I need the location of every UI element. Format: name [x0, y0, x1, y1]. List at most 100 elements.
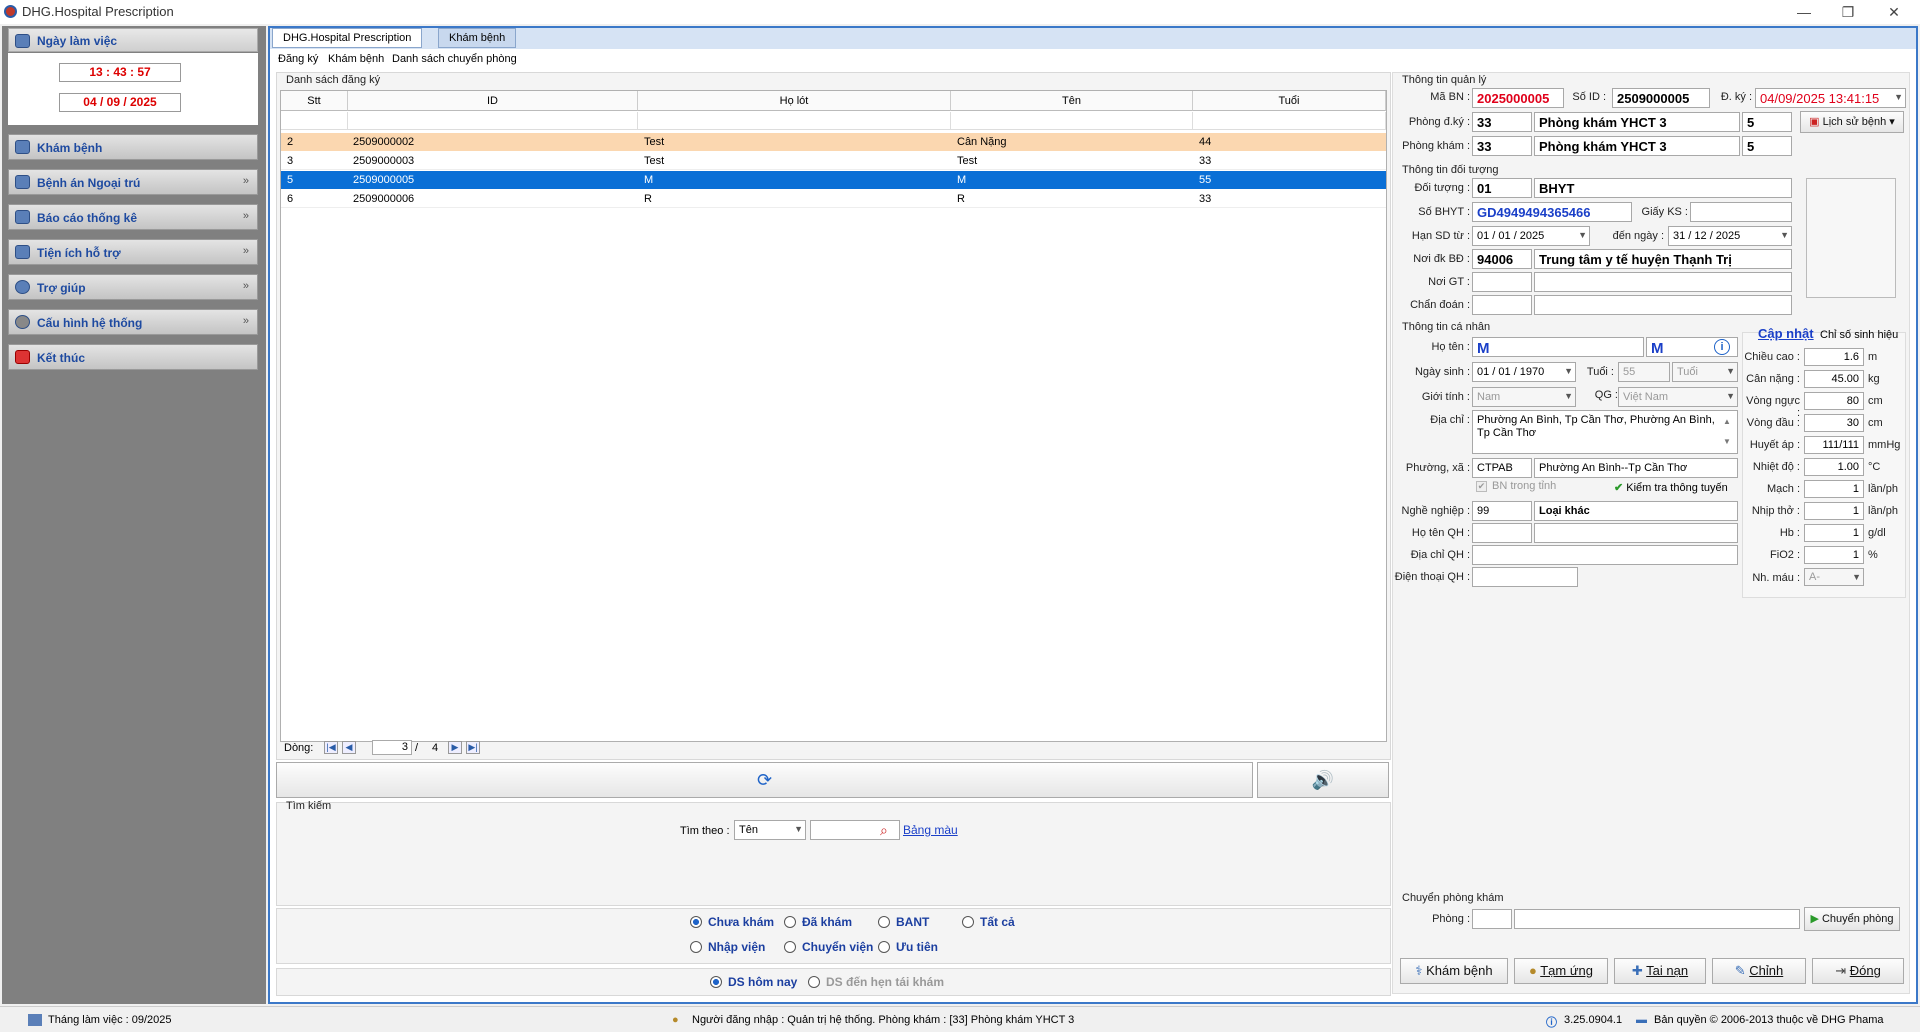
tam-ung-button[interactable]: ● Tạm ứng	[1514, 958, 1608, 984]
noi-dk-code[interactable]: 94006	[1472, 249, 1532, 269]
refresh-button[interactable]: ⟳	[276, 762, 1253, 798]
nav-prev-icon[interactable]: ◀	[342, 741, 356, 754]
sidebar-item-kham-benh[interactable]: Khám bệnh	[8, 134, 258, 160]
chuyen-phong-code[interactable]	[1472, 909, 1512, 929]
subtab-dang-ky[interactable]: Đăng ký	[278, 53, 318, 65]
tai-nan-button[interactable]: ✚ Tai nạn	[1614, 958, 1706, 984]
phong-kham-num[interactable]: 5	[1742, 136, 1792, 156]
minimize-icon[interactable]: —	[1786, 2, 1822, 22]
cap-nhat-link[interactable]: Cập nhật	[1758, 326, 1814, 341]
dia-chi-qh-field[interactable]	[1472, 545, 1738, 565]
sidebar-item-benh-an[interactable]: Bệnh án Ngoại trú»	[8, 169, 258, 195]
filter-id[interactable]	[348, 112, 638, 130]
han-den-date[interactable]: 31 / 12 / 2025 ▼	[1668, 226, 1792, 246]
phong-kham-name[interactable]: Phòng khám YHCT 3	[1534, 136, 1740, 156]
vital-field[interactable]: 45.00	[1804, 370, 1864, 388]
vital-field[interactable]: 1	[1804, 546, 1864, 564]
filter-ho-lot[interactable]	[638, 112, 951, 130]
col-tuoi[interactable]: Tuổi	[1193, 91, 1386, 111]
chan-doan-code[interactable]	[1472, 295, 1532, 315]
phong-dk-num[interactable]: 5	[1742, 112, 1792, 132]
noi-gt-name[interactable]	[1534, 272, 1792, 292]
close-icon[interactable]: ✕	[1876, 2, 1912, 22]
tuoi-unit-select[interactable]: Tuổi ▼	[1672, 362, 1738, 382]
nhom-mau-select[interactable]: A- ▼	[1804, 568, 1864, 586]
table-row[interactable]: 3 2509000003 Test Test 33	[281, 152, 1386, 170]
search-icon[interactable]: ⌕	[880, 822, 896, 838]
chuyen-phong-name[interactable]	[1514, 909, 1800, 929]
search-by-select[interactable]: Tên ▼	[734, 820, 806, 840]
info-icon[interactable]: i	[1714, 339, 1730, 355]
dky-datetime[interactable]: 04/09/2025 13:41:15 ▼	[1755, 88, 1906, 108]
radio-ds-tai-kham[interactable]: DS đến hẹn tái khám	[808, 975, 944, 989]
lich-su-benh-button[interactable]: ▣ Lịch sử bệnh ▾	[1800, 111, 1904, 133]
sidebar-item-bao-cao[interactable]: Báo cáo thống kê»	[8, 204, 258, 230]
chinh-button[interactable]: ✎ Chỉnh	[1712, 958, 1806, 984]
sound-button[interactable]: 🔊	[1257, 762, 1389, 798]
han-tu-date[interactable]: 01 / 01 / 2025 ▼	[1472, 226, 1590, 246]
ma-bn-field[interactable]: 2025000005	[1472, 88, 1564, 108]
color-table-link[interactable]: Bảng màu	[903, 823, 958, 837]
bn-trong-tinh-checkbox[interactable]: ✔ BN trong tỉnh	[1476, 480, 1556, 492]
vital-field[interactable]: 30	[1804, 414, 1864, 432]
radio-chua-kham[interactable]: Chưa khám	[690, 915, 774, 929]
ho-ten-field[interactable]: M	[1472, 337, 1644, 357]
phuong-code[interactable]: CTPAB	[1472, 458, 1532, 478]
phong-kham-code[interactable]: 33	[1472, 136, 1532, 156]
chuyen-phong-button[interactable]: ▶ Chuyển phòng	[1804, 907, 1900, 931]
gioi-tinh-select[interactable]: Nam ▼	[1472, 387, 1576, 407]
phong-dk-name[interactable]: Phòng khám YHCT 3	[1534, 112, 1740, 132]
filter-ten[interactable]	[951, 112, 1193, 130]
phuong-name[interactable]: Phường An Bình--Tp Cần Thơ	[1534, 458, 1738, 478]
nghe-name[interactable]: Loại khác	[1534, 501, 1738, 521]
radio-ds-hom-nay[interactable]: DS hôm nay	[710, 975, 797, 989]
sidebar-item-ket-thuc[interactable]: Kết thúc	[8, 344, 258, 370]
table-row[interactable]: 5 2509000005 M M 55	[281, 171, 1386, 189]
nav-next-icon[interactable]: ▶	[448, 741, 462, 754]
sidebar-item-tien-ich[interactable]: Tiện ích hỗ trợ»	[8, 239, 258, 265]
ho-ten-qh-code[interactable]	[1472, 523, 1532, 543]
radio-tat-ca[interactable]: Tất cả	[962, 915, 1015, 929]
nghe-code[interactable]: 99	[1472, 501, 1532, 521]
tab-prescription[interactable]: DHG.Hospital Prescription	[272, 28, 423, 48]
so-bhyt-field[interactable]: GD4949494365466	[1472, 202, 1632, 222]
tab-kham-benh[interactable]: Khám bệnh	[438, 28, 517, 48]
kham-benh-button[interactable]: ⚕ Khám bệnh	[1400, 958, 1508, 984]
vital-field[interactable]: 1	[1804, 524, 1864, 542]
col-id[interactable]: ID	[348, 91, 638, 111]
vital-field[interactable]: 111/111	[1804, 436, 1864, 454]
vital-field[interactable]: 1.00	[1804, 458, 1864, 476]
doi-tuong-name[interactable]: BHYT	[1534, 178, 1792, 198]
nav-last-icon[interactable]: ▶|	[466, 741, 480, 754]
radio-chuyen-vien[interactable]: Chuyển viện	[784, 940, 873, 954]
vital-field[interactable]: 1.6	[1804, 348, 1864, 366]
scroll-arrows-icon[interactable]: ▲ ▼	[1723, 412, 1731, 452]
col-ten[interactable]: Tên	[951, 91, 1193, 111]
ho-ten-qh-field[interactable]	[1534, 523, 1738, 543]
radio-da-kham[interactable]: Đã khám	[784, 915, 852, 929]
table-row[interactable]: 2 2509000002 Test Cân Nặng 44	[281, 133, 1386, 151]
dong-button[interactable]: ⇥ Đóng	[1812, 958, 1904, 984]
sidebar-item-cau-hinh[interactable]: Cấu hình hệ thống»	[8, 309, 258, 335]
noi-gt-code[interactable]	[1472, 272, 1532, 292]
maximize-icon[interactable]: ❐	[1830, 2, 1866, 22]
chan-doan-name[interactable]	[1534, 295, 1792, 315]
nav-first-icon[interactable]: |◀	[324, 741, 338, 754]
patient-photo[interactable]	[1806, 178, 1896, 298]
radio-nhap-vien[interactable]: Nhập viện	[690, 940, 765, 954]
filter-tuoi[interactable]	[1193, 112, 1386, 130]
ngay-sinh-date[interactable]: 01 / 01 / 1970 ▼	[1472, 362, 1576, 382]
noi-dk-name[interactable]: Trung tâm y tế huyện Thạnh Trị	[1534, 249, 1792, 269]
kiem-tra-thong-tuyen-button[interactable]: ✔ Kiểm tra thông tuyến	[1614, 481, 1728, 494]
table-row[interactable]: 6 2509000006 R R 33	[281, 190, 1386, 208]
so-id-field[interactable]: 2509000005	[1612, 88, 1710, 108]
tuoi-field[interactable]: 55	[1618, 362, 1670, 382]
dien-thoai-qh-field[interactable]	[1472, 567, 1578, 587]
radio-uu-tien[interactable]: Ưu tiên	[878, 940, 938, 954]
col-ho-lot[interactable]: Họ lót	[638, 91, 951, 111]
dia-chi-textarea[interactable]: Phường An Bình, Tp Cần Thơ, Phường An Bì…	[1472, 410, 1738, 454]
giay-ks-field[interactable]	[1690, 202, 1792, 222]
doi-tuong-code[interactable]: 01	[1472, 178, 1532, 198]
vital-field[interactable]: 1	[1804, 480, 1864, 498]
subtab-chuyen-phong[interactable]: Danh sách chuyển phòng	[392, 53, 517, 65]
